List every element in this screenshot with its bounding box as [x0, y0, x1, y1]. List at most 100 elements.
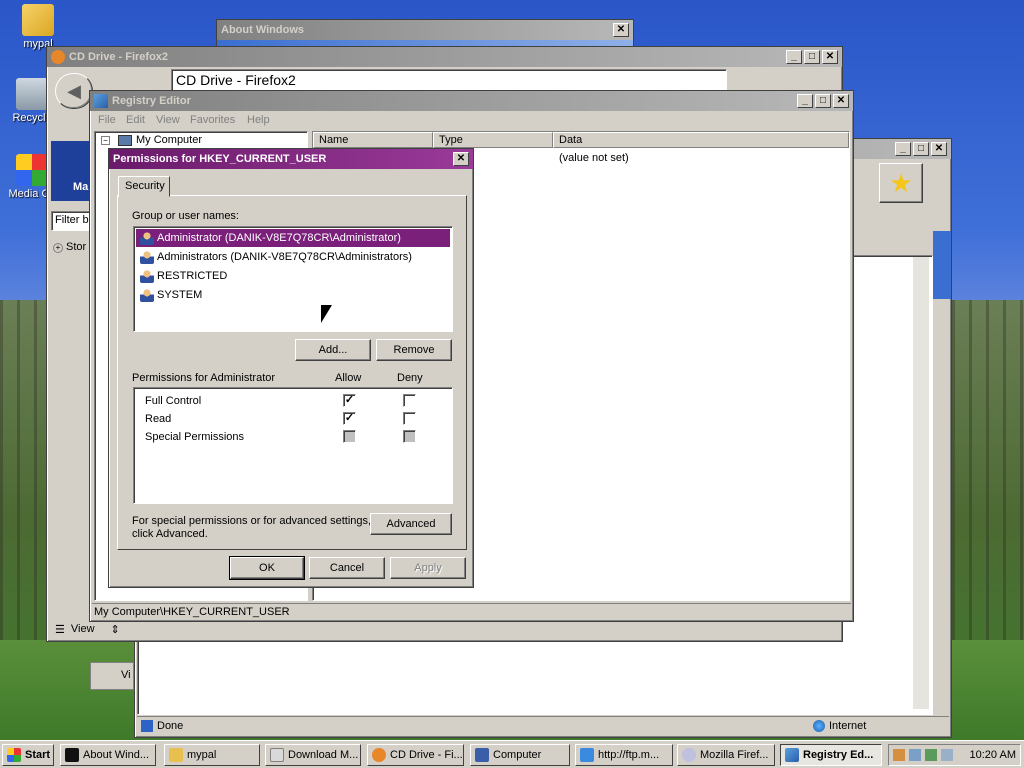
side-tree-item[interactable]: + Stor — [53, 241, 86, 253]
user-list-item[interactable]: SYSTEM — [136, 286, 202, 304]
allow-read-checkbox[interactable]: ✓ — [343, 412, 356, 425]
task-label: CD Drive - Fi... — [390, 749, 463, 761]
about-windows-window[interactable]: About Windows ✕ — [216, 19, 634, 49]
regedit-titlebar[interactable]: Registry Editor _ □ ✕ — [90, 91, 853, 111]
close-icon[interactable]: ✕ — [833, 94, 849, 108]
menu-file[interactable]: File — [98, 114, 116, 126]
tray-user-icon[interactable] — [893, 749, 905, 761]
column-header-data[interactable]: Data — [553, 132, 849, 148]
tray-device-icon[interactable] — [941, 749, 953, 761]
permissions-for-label: Permissions for Administrator — [132, 372, 276, 384]
expand-icon: + — [53, 243, 63, 253]
view-control[interactable]: ☰ View ⇕ — [55, 619, 120, 639]
background-view-strip: Vi — [90, 662, 134, 690]
ie-page-icon — [141, 719, 153, 732]
allow-full-control-checkbox[interactable]: ✓ — [343, 394, 356, 407]
view-dropdown-icon[interactable]: ⇕ — [111, 623, 120, 636]
firefox-titlebar[interactable]: CD Drive - Firefox2 _ □ ✕ — [47, 47, 842, 67]
permissions-titlebar[interactable]: Permissions for HKEY_CURRENT_USER ✕ — [109, 149, 473, 169]
dialog-title: Permissions for HKEY_CURRENT_USER — [113, 153, 327, 165]
regedit-statusbar: My Computer\HKEY_CURRENT_USER — [92, 603, 851, 620]
user-list[interactable]: Administrator (DANIK-V8E7Q78CR\Administr… — [133, 226, 453, 332]
ie-toolbar: ★ — [851, 161, 931, 205]
group-icon — [140, 250, 154, 264]
ie-status-text: Done — [157, 719, 184, 732]
allow-special-checkbox — [343, 430, 356, 443]
task-label: Download M... — [288, 749, 359, 761]
close-icon[interactable]: ✕ — [613, 23, 629, 37]
windows-logo-icon — [7, 748, 21, 762]
deny-read-checkbox[interactable] — [403, 412, 416, 425]
tree-root-label: My Computer — [136, 134, 203, 146]
tray-network-icon[interactable] — [909, 749, 921, 761]
window-icon — [65, 748, 79, 762]
task-mypal[interactable]: mypal — [164, 744, 260, 766]
column-header-name[interactable]: Name — [313, 132, 433, 148]
user-list-item[interactable]: RESTRICTED — [136, 267, 227, 285]
start-label: Start — [25, 749, 51, 761]
menu-help[interactable]: Help — [247, 114, 270, 126]
firefox-icon — [51, 50, 65, 64]
remove-button[interactable]: Remove — [376, 339, 452, 361]
task-registry-editor[interactable]: Registry Ed... — [780, 744, 882, 766]
about-windows-titlebar[interactable]: About Windows ✕ — [217, 20, 633, 40]
task-ftp[interactable]: http://ftp.m... — [575, 744, 673, 766]
favorites-star-icon[interactable]: ★ — [879, 163, 923, 203]
user-icon — [140, 231, 154, 245]
ok-button[interactable]: OK — [229, 556, 305, 580]
computer-icon — [118, 134, 132, 146]
deny-full-control-checkbox[interactable] — [403, 394, 416, 407]
minimize-icon[interactable]: _ — [797, 94, 813, 108]
permissions-dialog[interactable]: Permissions for HKEY_CURRENT_USER ✕ Secu… — [108, 148, 474, 588]
group-icon — [140, 288, 154, 302]
menu-edit[interactable]: Edit — [126, 114, 145, 126]
perm-full-control: Full Control — [145, 395, 202, 407]
back-button[interactable]: ◀ — [55, 73, 93, 109]
cancel-button[interactable]: Cancel — [309, 557, 385, 579]
value-data-cell[interactable]: (value not set) — [559, 152, 629, 164]
advanced-button[interactable]: Advanced — [370, 513, 452, 535]
task-about-windows[interactable]: About Wind... — [60, 744, 156, 766]
perm-special: Special Permissions — [145, 431, 245, 443]
task-label: Computer — [493, 749, 542, 761]
address-bar[interactable]: CD Drive - Firefox2 — [171, 69, 727, 91]
ie-zone-text: Internet — [829, 719, 867, 732]
maximize-icon[interactable]: □ — [815, 94, 831, 108]
user-list-item[interactable]: Administrators (DANIK-V8E7Q78CR\Administ… — [136, 248, 412, 266]
task-label: Registry Ed... — [803, 749, 874, 761]
regedit-icon — [785, 748, 799, 762]
task-download-manager[interactable]: Download M... — [265, 744, 361, 766]
close-icon[interactable]: ✕ — [822, 50, 838, 64]
status-path: My Computer\HKEY_CURRENT_USER — [94, 606, 290, 618]
task-computer[interactable]: Computer — [470, 744, 570, 766]
task-mozilla-firefox[interactable]: Mozilla Firef... — [677, 744, 775, 766]
column-header-type[interactable]: Type — [433, 132, 553, 148]
maximize-icon[interactable]: □ — [913, 142, 929, 156]
computer-icon — [475, 748, 489, 762]
close-icon[interactable]: ✕ — [453, 152, 469, 166]
clock[interactable]: 10:20 AM — [970, 749, 1016, 761]
permissions-list[interactable]: Full Control ✓ Read ✓ Special Permission… — [133, 387, 453, 504]
back-arrow-icon: ◀ — [67, 80, 81, 101]
tree-root-item[interactable]: − My Computer — [101, 134, 202, 146]
minimize-icon[interactable]: _ — [786, 50, 802, 64]
maximize-icon[interactable]: □ — [804, 50, 820, 64]
menu-favorites[interactable]: Favorites — [190, 114, 235, 126]
view-list-icon: ☰ — [55, 623, 65, 636]
ie-statusbar: Done Internet — [137, 716, 949, 734]
collapse-icon[interactable]: − — [101, 135, 110, 145]
deny-special-checkbox — [403, 430, 416, 443]
desktop-icon-mypal[interactable]: mypal — [8, 4, 68, 50]
start-button[interactable]: Start — [2, 744, 54, 766]
ie-scrollbar[interactable] — [913, 257, 929, 709]
task-cd-drive-firefox[interactable]: CD Drive - Fi... — [367, 744, 464, 766]
tab-security[interactable]: Security — [118, 176, 170, 197]
menu-view[interactable]: View — [156, 114, 180, 126]
view-label: View — [70, 623, 95, 635]
minimize-icon[interactable]: _ — [895, 142, 911, 156]
close-icon[interactable]: ✕ — [931, 142, 947, 156]
add-button[interactable]: Add... — [295, 339, 371, 361]
user-list-item-selected[interactable]: Administrator (DANIK-V8E7Q78CR\Administr… — [136, 229, 450, 247]
advanced-hint-2: click Advanced. — [132, 528, 208, 540]
tray-printer-icon[interactable] — [925, 749, 937, 761]
